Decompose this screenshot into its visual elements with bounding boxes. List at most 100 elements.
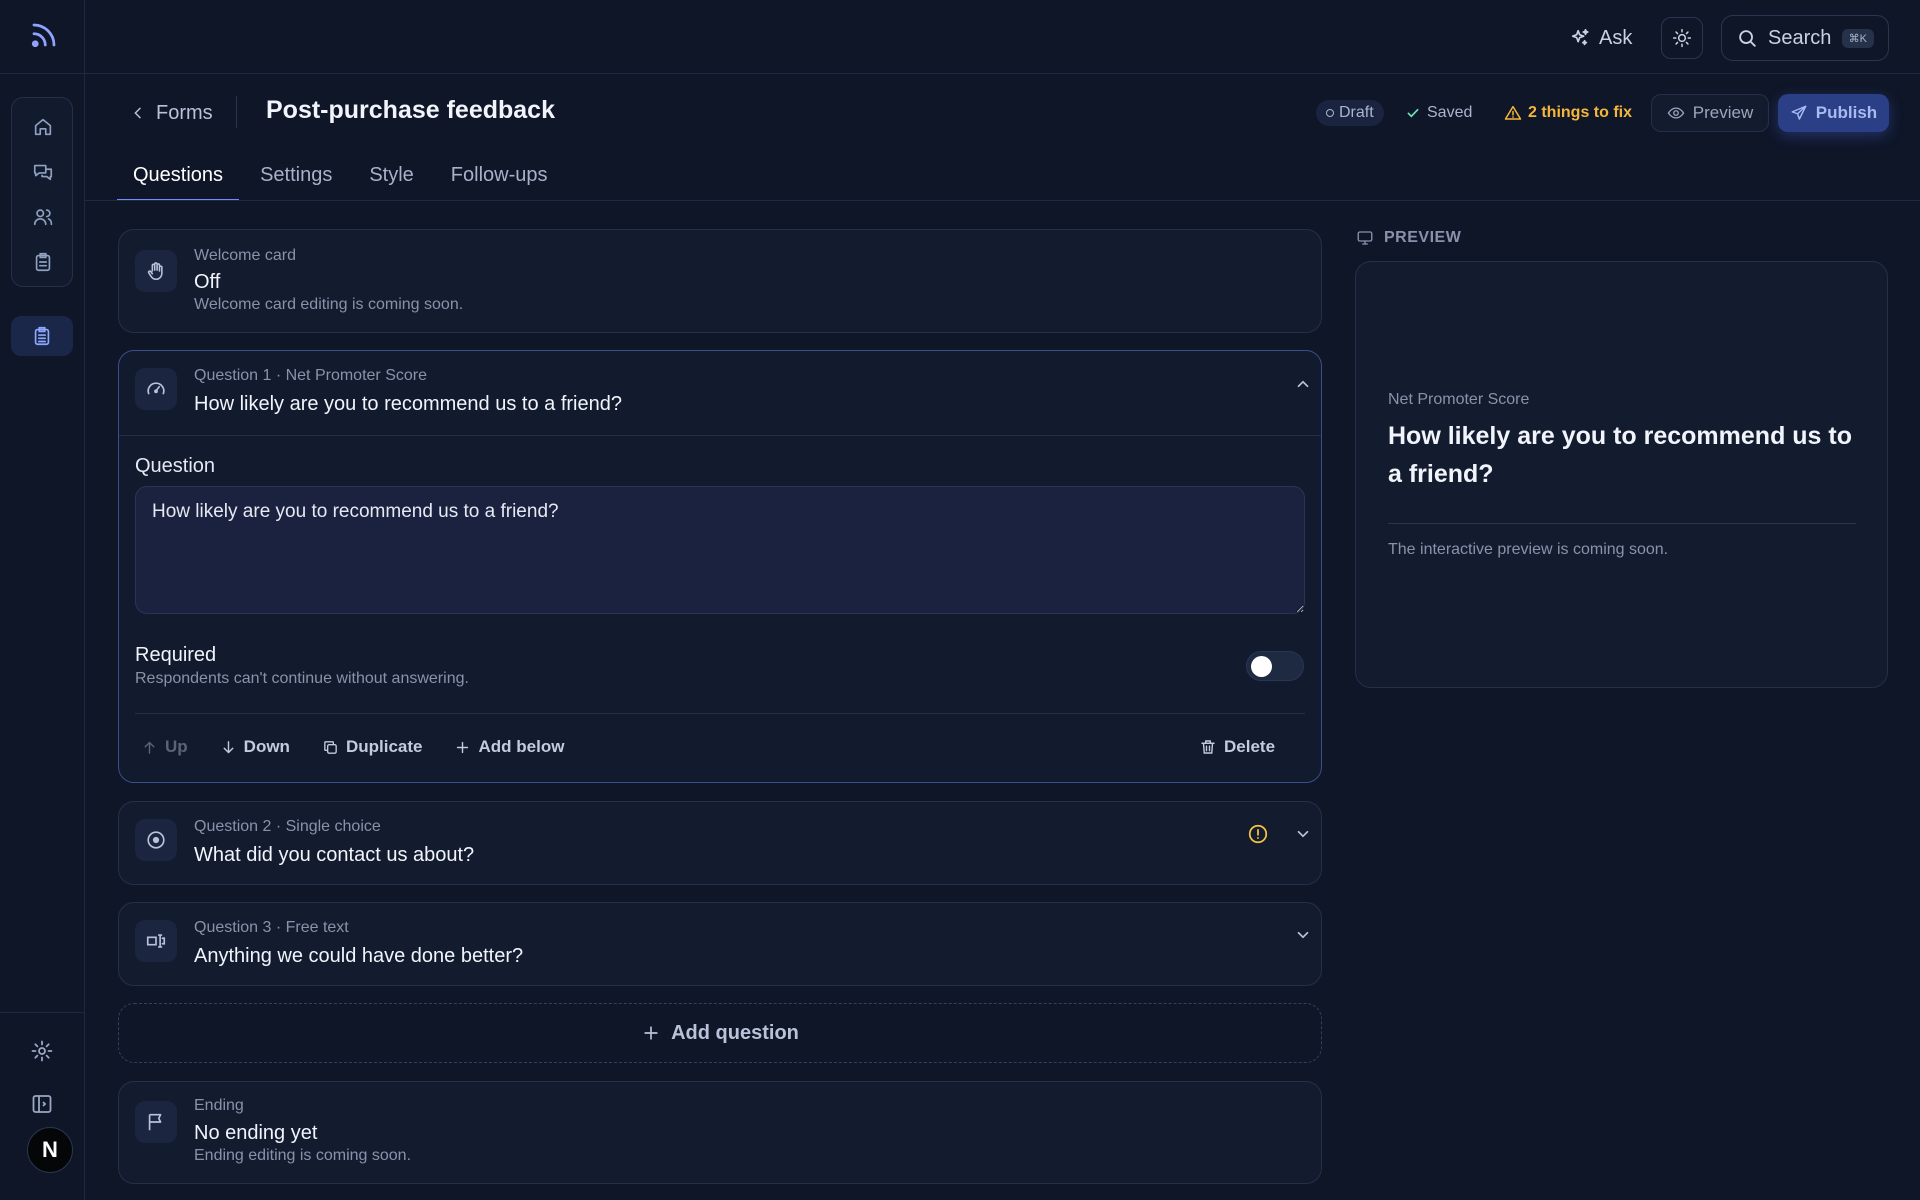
duplicate-button[interactable]: Duplicate	[316, 737, 429, 757]
alert-circle-icon[interactable]	[1247, 823, 1269, 845]
ending-note: Ending editing is coming soon.	[194, 1147, 412, 1164]
nav-messages[interactable]	[23, 152, 63, 192]
preview-button[interactable]: Preview	[1651, 94, 1769, 132]
question-1-divider	[119, 435, 1321, 436]
delete-label: Delete	[1224, 737, 1276, 756]
preview-heading-label: PREVIEW	[1384, 229, 1462, 246]
avatar[interactable]: N	[27, 1127, 73, 1173]
page-title: Post-purchase feedback	[266, 96, 555, 124]
ending-icon-wrap	[135, 1101, 177, 1143]
check-icon	[1405, 105, 1421, 121]
question-text-input[interactable]: How likely are you to recommend us to a …	[135, 486, 1305, 614]
tab-style[interactable]: Style	[353, 156, 429, 201]
copy-icon	[322, 739, 339, 756]
chevron-up-icon[interactable]	[1294, 375, 1312, 393]
question-card-3[interactable]: Question 3 · Free text Anything we could…	[118, 902, 1322, 986]
tab-bar: Questions Settings Style Follow-ups	[117, 156, 569, 201]
users-icon	[32, 206, 54, 228]
back-label: Forms	[156, 101, 213, 124]
question-3-icon-wrap	[135, 920, 177, 962]
nav-people[interactable]	[23, 197, 63, 237]
welcome-status: Off	[194, 271, 221, 293]
preview-divider	[1388, 523, 1856, 524]
settings-gear-icon[interactable]	[30, 1039, 54, 1063]
required-label: Required	[135, 644, 217, 666]
add-below-label: Add below	[478, 737, 565, 756]
publish-button[interactable]: Publish	[1778, 94, 1889, 132]
warning-triangle-icon	[1504, 104, 1522, 122]
question-card-1: Question 1 · Net Promoter Score How like…	[118, 350, 1322, 783]
status-badge-draft: Draft	[1316, 100, 1384, 126]
question-2-kicker: Question 2 · Single choice	[194, 818, 381, 835]
sun-icon	[1672, 28, 1692, 48]
text-cursor-icon	[145, 930, 167, 952]
delete-question-button[interactable]: Delete	[1199, 731, 1275, 763]
chevron-down-icon[interactable]	[1294, 825, 1312, 843]
arrow-up-icon	[141, 739, 158, 756]
gauge-icon	[145, 378, 167, 400]
back-to-forms-link[interactable]: Forms	[130, 99, 213, 127]
tab-follow-ups[interactable]: Follow-ups	[435, 156, 564, 201]
home-icon	[32, 116, 54, 138]
add-question-label: Add question	[671, 1021, 799, 1044]
required-toggle[interactable]	[1246, 651, 1304, 681]
radio-button-icon	[145, 829, 167, 851]
arrow-down-icon	[220, 739, 237, 756]
move-up-label: Up	[165, 737, 188, 756]
monitor-icon	[1356, 229, 1374, 247]
move-down-label: Down	[243, 737, 290, 756]
left-rail: N	[0, 0, 85, 1200]
nav-home[interactable]	[23, 107, 63, 147]
chevron-down-icon[interactable]	[1294, 926, 1312, 944]
question-1-kicker: Question 1 · Net Promoter Score	[194, 367, 427, 384]
preview-question-title: How likely are you to recommend us to a …	[1388, 422, 1853, 488]
eye-icon	[1667, 104, 1685, 122]
send-icon	[1790, 104, 1808, 122]
flag-icon	[145, 1111, 167, 1133]
preview-note: The interactive preview is coming soon.	[1388, 541, 1669, 558]
add-below-button[interactable]: Add below	[448, 737, 570, 757]
preview-label: Preview	[1692, 103, 1754, 122]
tabs-divider	[85, 200, 1920, 201]
ask-button[interactable]: Ask	[1569, 22, 1632, 54]
move-down-button[interactable]: Down	[214, 737, 296, 757]
tab-questions[interactable]: Questions	[117, 156, 240, 201]
welcome-card[interactable]: Welcome card Off Welcome card editing is…	[118, 229, 1322, 333]
things-to-fix-label: 2 things to fix	[1528, 104, 1632, 121]
search-icon	[1736, 27, 1758, 49]
question-actions: Up Down Duplicate Add below	[135, 731, 590, 763]
welcome-note: Welcome card editing is coming soon.	[194, 296, 464, 313]
saved-label: Saved	[1427, 104, 1473, 121]
question-card-2[interactable]: Question 2 · Single choice What did you …	[118, 801, 1322, 885]
question-1-title[interactable]: How likely are you to recommend us to a …	[194, 393, 622, 416]
search-button[interactable]: Search ⌘K	[1721, 15, 1889, 61]
chat-icon	[32, 161, 54, 183]
add-question-button[interactable]: Add question	[118, 1003, 1322, 1063]
preview-card: Net Promoter Score How likely are you to…	[1355, 261, 1888, 688]
preview-heading: PREVIEW	[1356, 229, 1461, 247]
rss-logo-icon[interactable]	[29, 20, 59, 50]
move-up-button[interactable]: Up	[135, 737, 194, 757]
ask-label: Ask	[1599, 26, 1633, 49]
theme-toggle-button[interactable]	[1661, 17, 1703, 59]
draft-dot-icon	[1326, 109, 1334, 117]
question-1-icon-wrap	[135, 368, 177, 410]
header-divider	[236, 96, 237, 128]
nav-forms-active[interactable]	[11, 316, 73, 356]
search-label: Search	[1768, 26, 1832, 49]
things-to-fix-link[interactable]: 2 things to fix	[1504, 100, 1632, 126]
rail-divider	[0, 73, 85, 74]
welcome-icon-wrap	[135, 250, 177, 292]
ending-kicker: Ending	[194, 1097, 244, 1114]
question-3-kicker: Question 3 · Free text	[194, 919, 349, 936]
rail-nav-group	[11, 97, 73, 287]
duplicate-label: Duplicate	[345, 737, 423, 756]
toggle-knob	[1251, 656, 1272, 677]
search-shortcut-badge: ⌘K	[1841, 28, 1874, 48]
nav-forms[interactable]	[23, 242, 63, 282]
tab-settings[interactable]: Settings	[244, 156, 348, 201]
panel-toggle-icon[interactable]	[30, 1092, 54, 1116]
question-2-icon-wrap	[135, 819, 177, 861]
ending-card[interactable]: Ending No ending yet Ending editing is c…	[118, 1081, 1322, 1184]
clipboard-list-icon	[31, 325, 53, 347]
